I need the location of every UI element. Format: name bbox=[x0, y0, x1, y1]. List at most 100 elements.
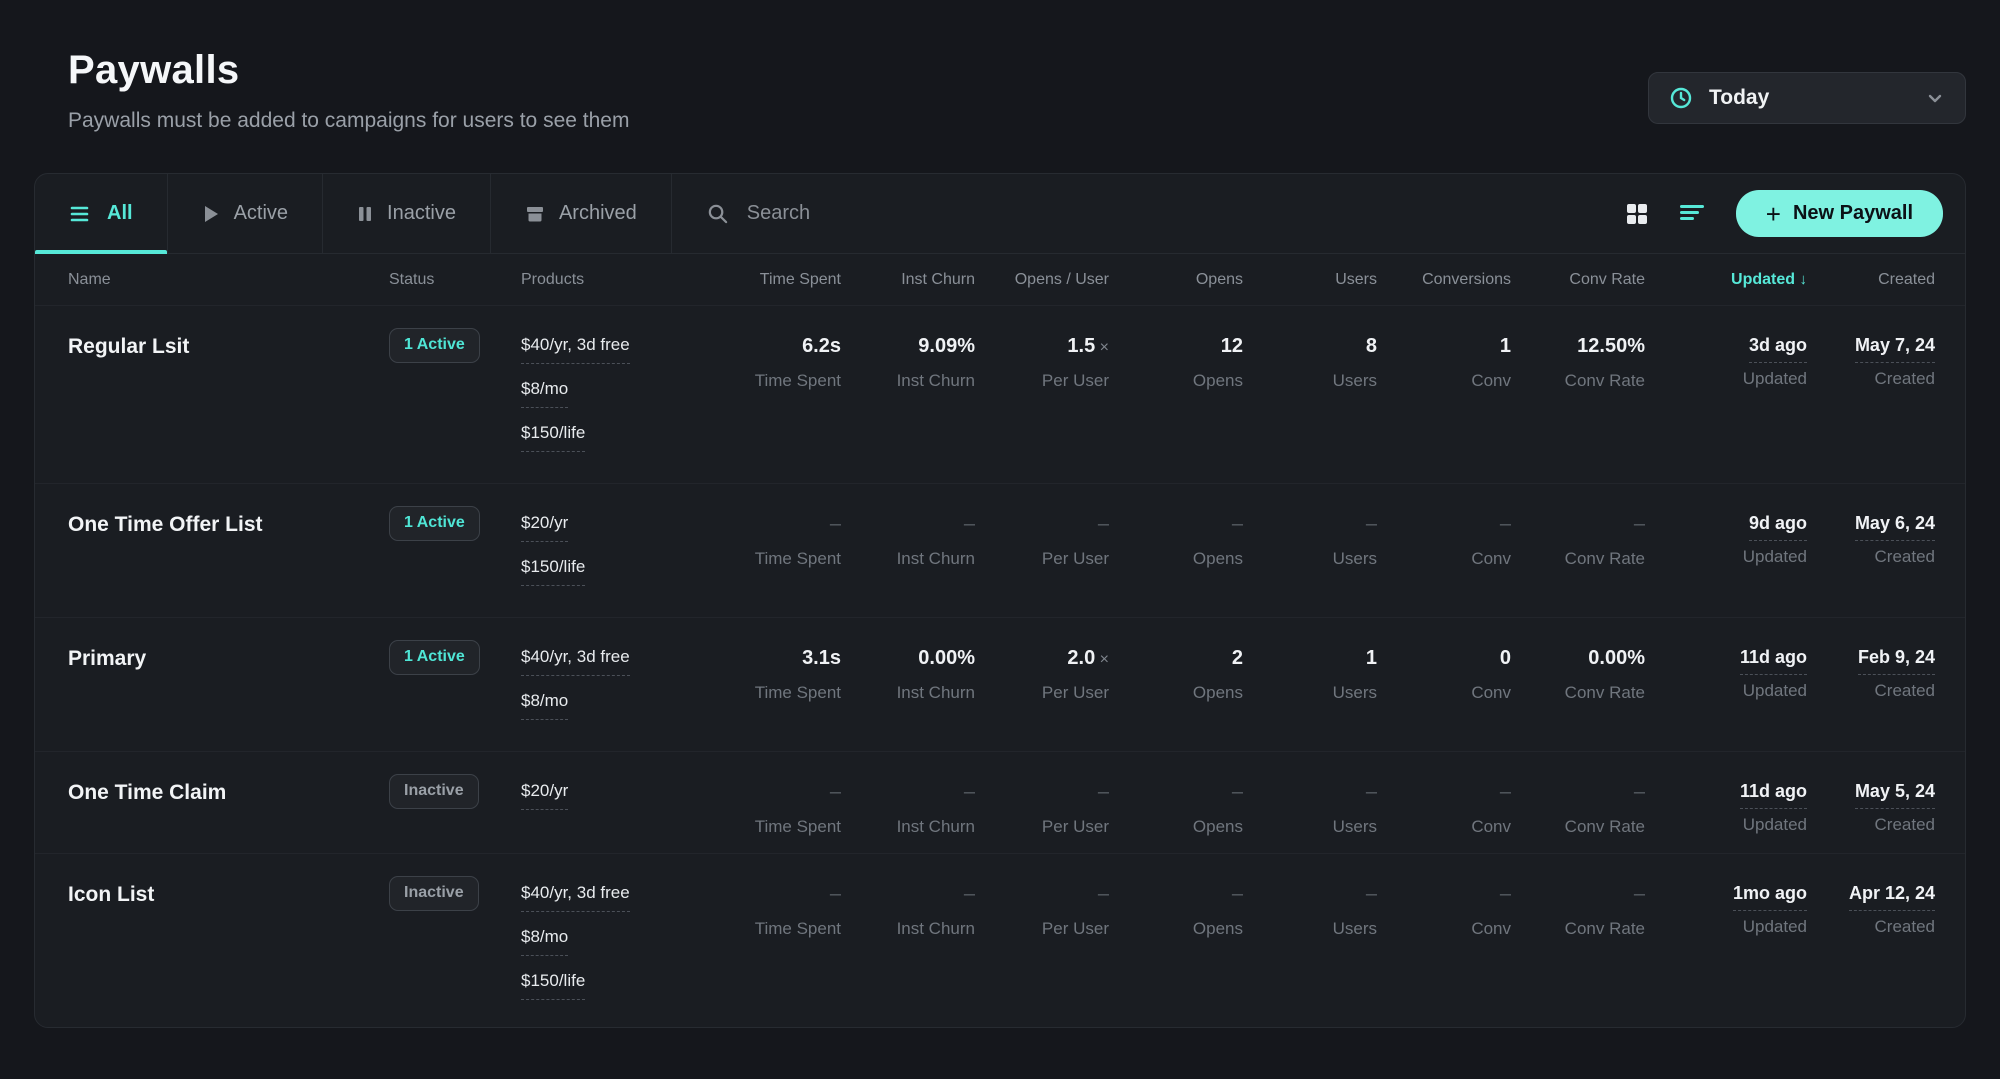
search-box bbox=[672, 174, 1624, 253]
column-header-opens-user[interactable]: Opens / User bbox=[975, 271, 1109, 289]
products-list: $40/yr, 3d free $8/mo $150/life bbox=[521, 883, 707, 1015]
clock-icon bbox=[1669, 86, 1693, 110]
metric-opens: –Opens bbox=[1109, 781, 1243, 837]
created-value[interactable]: May 6, 24 bbox=[1855, 513, 1935, 541]
tab-active[interactable]: Active bbox=[168, 174, 323, 253]
product-price[interactable]: $40/yr, 3d free bbox=[521, 647, 707, 676]
product-price[interactable]: $40/yr, 3d free bbox=[521, 883, 707, 912]
product-price[interactable]: $8/mo bbox=[521, 379, 707, 408]
column-header-time-spent[interactable]: Time Spent bbox=[707, 271, 841, 289]
paywall-name: One Time Claim bbox=[59, 781, 389, 805]
archive-icon bbox=[525, 204, 545, 224]
column-header-users[interactable]: Users bbox=[1243, 271, 1377, 289]
created-value[interactable]: May 5, 24 bbox=[1855, 781, 1935, 809]
paywall-name: Primary bbox=[59, 647, 389, 671]
updated-value[interactable]: 1mo ago bbox=[1733, 883, 1807, 911]
list-icon bbox=[69, 204, 93, 224]
created-value[interactable]: Feb 9, 24 bbox=[1858, 647, 1935, 675]
metric-conv-rate: –Conv Rate bbox=[1511, 883, 1645, 939]
product-price[interactable]: $20/yr bbox=[521, 513, 707, 542]
updated-cell: 1mo agoUpdated bbox=[1645, 883, 1807, 937]
grid-view-icon[interactable] bbox=[1624, 201, 1650, 227]
toolbar: AllActiveInactiveArchived bbox=[35, 174, 1965, 254]
status-badge: 1 Active bbox=[389, 506, 480, 541]
metric-opens: –Opens bbox=[1109, 513, 1243, 569]
rows-view-icon[interactable] bbox=[1678, 202, 1706, 226]
chevron-down-icon bbox=[1925, 88, 1945, 108]
column-header-created[interactable]: Created bbox=[1807, 271, 1935, 289]
metric-time-spent: –Time Spent bbox=[707, 883, 841, 939]
metric-opens: 2Opens bbox=[1109, 647, 1243, 703]
metric-conv-rate: 0.00%Conv Rate bbox=[1511, 647, 1645, 703]
product-price[interactable]: $40/yr, 3d free bbox=[521, 335, 707, 364]
paywall-name: Regular Lsit bbox=[59, 335, 389, 359]
product-price[interactable]: $8/mo bbox=[521, 927, 707, 956]
metric-conv: 1Conv bbox=[1377, 335, 1511, 391]
table-row[interactable]: One Time ClaimInactive$20/yr–Time Spent–… bbox=[35, 752, 1965, 854]
paywall-name: Icon List bbox=[59, 883, 389, 907]
sort-desc-icon: ↓ bbox=[1800, 271, 1808, 288]
column-header-opens[interactable]: Opens bbox=[1109, 271, 1243, 289]
product-price[interactable]: $150/life bbox=[521, 557, 707, 586]
pause-icon bbox=[357, 204, 373, 224]
metric-conv-rate: –Conv Rate bbox=[1511, 781, 1645, 837]
tab-archived[interactable]: Archived bbox=[491, 174, 672, 253]
metric-inst-churn: 0.00%Inst Churn bbox=[841, 647, 975, 703]
column-header-inst-churn[interactable]: Inst Churn bbox=[841, 271, 975, 289]
metric-conv: –Conv bbox=[1377, 883, 1511, 939]
column-header-status[interactable]: Status bbox=[389, 271, 521, 289]
updated-value[interactable]: 9d ago bbox=[1749, 513, 1807, 541]
product-price[interactable]: $150/life bbox=[521, 423, 707, 452]
table-row[interactable]: One Time Offer List1 Active$20/yr$150/li… bbox=[35, 484, 1965, 618]
product-price[interactable]: $8/mo bbox=[521, 691, 707, 720]
tab-inactive[interactable]: Inactive bbox=[323, 174, 491, 253]
created-value[interactable]: May 7, 24 bbox=[1855, 335, 1935, 363]
column-header-conversions[interactable]: Conversions bbox=[1377, 271, 1511, 289]
date-range-select[interactable]: Today bbox=[1648, 72, 1966, 124]
products-list: $40/yr, 3d free $8/mo bbox=[521, 647, 707, 735]
products-list: $20/yr $150/life bbox=[521, 513, 707, 601]
created-value[interactable]: Apr 12, 24 bbox=[1849, 883, 1935, 911]
metric-per-user: 2.0 ×Per User bbox=[975, 647, 1109, 703]
column-header-conv-rate[interactable]: Conv Rate bbox=[1511, 271, 1645, 289]
column-header-name[interactable]: Name bbox=[59, 271, 389, 289]
updated-value[interactable]: 11d ago bbox=[1740, 781, 1807, 809]
updated-value[interactable]: 11d ago bbox=[1740, 647, 1807, 675]
table-body: Regular Lsit1 Active$40/yr, 3d free$8/mo… bbox=[35, 306, 1965, 1028]
column-header-updated[interactable]: Updated ↓ bbox=[1645, 271, 1807, 289]
tabs: AllActiveInactiveArchived bbox=[35, 174, 672, 253]
play-icon bbox=[202, 204, 220, 224]
table-row[interactable]: Icon ListInactive $40/yr, 3d free $8/mo $15… bbox=[35, 854, 1965, 1028]
column-header-products[interactable]: Products bbox=[521, 271, 707, 289]
tab-all[interactable]: All bbox=[35, 174, 168, 253]
metric-inst-churn: –Inst Churn bbox=[841, 513, 975, 569]
metric-opens: 12Opens bbox=[1109, 335, 1243, 391]
updated-value[interactable]: 3d ago bbox=[1749, 335, 1807, 363]
created-cell: May 5, 24Created bbox=[1807, 781, 1935, 835]
metric-conv-rate: 12.50%Conv Rate bbox=[1511, 335, 1645, 391]
paywalls-card: AllActiveInactiveArchived bbox=[34, 173, 1966, 1028]
page-title: Paywalls bbox=[68, 48, 629, 93]
product-price[interactable]: $20/yr bbox=[521, 781, 707, 810]
page-header: Paywalls Paywalls must be added to campa… bbox=[0, 0, 2000, 133]
metric-conv: –Conv bbox=[1377, 781, 1511, 837]
created-cell: May 6, 24Created bbox=[1807, 513, 1935, 567]
created-cell: May 7, 24Created bbox=[1807, 335, 1935, 389]
status-badge: 1 Active bbox=[389, 328, 480, 363]
table-row[interactable]: Primary1 Active$40/yr, 3d free$8/mo3.1sT… bbox=[35, 618, 1965, 752]
new-paywall-button[interactable]: + New Paywall bbox=[1736, 190, 1943, 237]
metric-inst-churn: –Inst Churn bbox=[841, 781, 975, 837]
product-price[interactable]: $150/life bbox=[521, 971, 707, 1000]
metric-users: 8Users bbox=[1243, 335, 1377, 391]
table-row[interactable]: Regular Lsit1 Active $40/yr, 3d free $8/mo… bbox=[35, 306, 1965, 484]
search-icon bbox=[706, 202, 729, 225]
search-input[interactable] bbox=[747, 202, 1590, 225]
updated-cell: 11d agoUpdated bbox=[1645, 647, 1807, 701]
metric-time-spent: –Time Spent bbox=[707, 513, 841, 569]
products-list: $20/yr bbox=[521, 781, 707, 825]
status-badge: Inactive bbox=[389, 876, 479, 911]
updated-cell: 3d agoUpdated bbox=[1645, 335, 1807, 389]
metric-inst-churn: 9.09%Inst Churn bbox=[841, 335, 975, 391]
metric-users: –Users bbox=[1243, 883, 1377, 939]
updated-cell: 11d agoUpdated bbox=[1645, 781, 1807, 835]
